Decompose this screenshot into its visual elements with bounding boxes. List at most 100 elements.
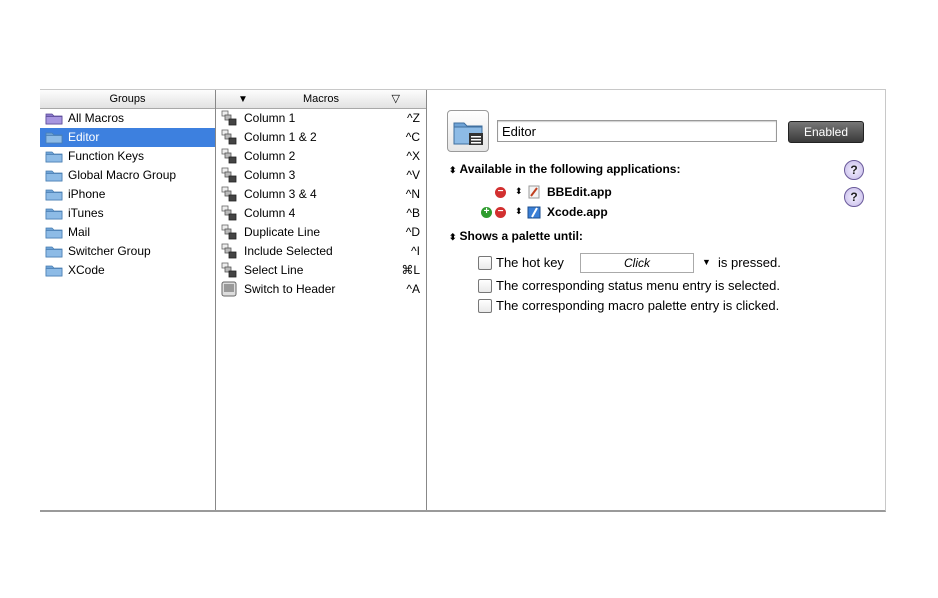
- folder-icon: [45, 170, 63, 182]
- available-apps-label: Available in the following applications:: [459, 162, 681, 176]
- groups-header-label: Groups: [109, 93, 146, 105]
- updown-arrows-icon: ⬍: [449, 232, 457, 242]
- macro-item[interactable]: Column 1 ^Z: [216, 109, 426, 128]
- macro-item[interactable]: Duplicate Line ^D: [216, 223, 426, 242]
- group-item-label: Global Macro Group: [68, 168, 177, 182]
- status-menu-label: The corresponding status menu entry is s…: [496, 278, 780, 293]
- all-macros-folder-icon: [45, 113, 63, 125]
- macro-item[interactable]: Column 2 ^X: [216, 147, 426, 166]
- group-item[interactable]: iTunes: [40, 204, 215, 223]
- macro-item[interactable]: Column 4 ^B: [216, 204, 426, 223]
- hot-key-field[interactable]: Click: [580, 253, 694, 273]
- macro-item-label: Duplicate Line: [244, 225, 321, 239]
- group-item[interactable]: Global Macro Group: [40, 166, 215, 185]
- group-item[interactable]: Function Keys: [40, 147, 215, 166]
- help-button-apps[interactable]: ?: [844, 160, 864, 180]
- group-item[interactable]: XCode: [40, 261, 215, 280]
- group-item[interactable]: iPhone: [40, 185, 215, 204]
- xcode-updown-icon[interactable]: ⬍: [515, 206, 523, 217]
- bbedit-app-icon: [528, 185, 540, 199]
- palette-heading-label: Shows a palette until:: [459, 229, 583, 243]
- bbedit-updown-icon[interactable]: ⬍: [515, 186, 523, 197]
- enabled-toggle-button[interactable]: Enabled: [788, 121, 864, 143]
- sort-toggle-icon[interactable]: ▽: [392, 90, 400, 109]
- macro-icon: [221, 110, 237, 126]
- palette-heading[interactable]: ⬍ Shows a palette until:: [449, 229, 583, 243]
- hot-key-label: The hot key: [496, 255, 564, 270]
- macro-hotkey: ^V: [406, 168, 420, 182]
- macro-item[interactable]: Select Line ⌘L: [216, 261, 426, 280]
- macro-hotkey: ^B: [406, 206, 420, 220]
- groups-list: All Macros Editor Function Keys Global Macr…: [40, 109, 215, 280]
- macro-hotkey: ^A: [406, 282, 420, 296]
- group-item[interactable]: Editor: [40, 128, 215, 147]
- folder-icon: [45, 227, 63, 239]
- group-name-input[interactable]: [497, 120, 777, 142]
- macro-item-label: Column 1 & 2: [244, 130, 317, 144]
- macro-item[interactable]: Switch to Header ^A: [216, 280, 426, 299]
- macros-header-label: Macros: [302, 93, 340, 105]
- sort-descending-icon[interactable]: ▼: [238, 90, 248, 109]
- macros-list: Column 1 ^Z Column 1 & 2 ^C Column 2 ^X Column…: [216, 109, 426, 299]
- group-item[interactable]: Switcher Group: [40, 242, 215, 261]
- macro-icon: [221, 205, 237, 221]
- group-item[interactable]: Mail: [40, 223, 215, 242]
- macro-icon: [221, 224, 237, 240]
- macro-item[interactable]: Column 3 ^V: [216, 166, 426, 185]
- group-detail-pane: Enabled ⬍Available in the following appl…: [427, 90, 885, 510]
- macro-item-label: Column 3 & 4: [244, 187, 317, 201]
- available-apps-heading[interactable]: ⬍ Available in the following applications…: [449, 162, 680, 176]
- folder-icon: [45, 189, 63, 201]
- folder-icon: [45, 265, 63, 277]
- macro-item-label: Switch to Header: [244, 282, 336, 296]
- group-item[interactable]: All Macros: [40, 109, 215, 128]
- groups-column: Groups All Macros Editor Function Keys Glob…: [40, 90, 216, 510]
- group-icon-well[interactable]: [447, 110, 489, 152]
- macro-hotkey: ^D: [405, 225, 420, 239]
- macro-icon: [221, 243, 237, 259]
- group-item-label: XCode: [68, 263, 105, 277]
- palette-entry-label: The corresponding macro palette entry is…: [496, 298, 780, 313]
- macro-item-label: Column 2: [244, 149, 296, 163]
- palette-macro-icon: [221, 281, 237, 297]
- macro-hotkey: ^C: [405, 130, 420, 144]
- macro-item[interactable]: Column 1 & 2 ^C: [216, 128, 426, 147]
- macro-icon: [221, 148, 237, 164]
- macro-item-label: Column 3: [244, 168, 296, 182]
- macro-item-label: Include Selected: [244, 244, 333, 258]
- add-app-button[interactable]: +: [481, 207, 492, 218]
- macro-item[interactable]: Include Selected ^I: [216, 242, 426, 261]
- xcode-app-icon: [527, 206, 541, 219]
- palette-entry-checkbox[interactable]: [478, 299, 492, 313]
- keyboard-maestro-window: Groups All Macros Editor Function Keys Glob…: [40, 89, 886, 512]
- group-item-label: Function Keys: [68, 149, 145, 163]
- group-item-label: iTunes: [68, 206, 104, 220]
- xcode-app-label: Xcode.app: [547, 205, 608, 219]
- macros-header[interactable]: ▼ Macros ▽: [216, 90, 426, 109]
- folder-icon: [45, 151, 63, 163]
- macro-item[interactable]: Column 3 & 4 ^N: [216, 185, 426, 204]
- hot-key-checkbox[interactable]: [478, 256, 492, 270]
- group-item-label: Mail: [68, 225, 91, 239]
- hot-key-dropdown-icon[interactable]: ▼: [702, 257, 711, 267]
- macro-item-label: Column 4: [244, 206, 296, 220]
- help-button-palette[interactable]: ?: [844, 187, 864, 207]
- macro-item-label: Column 1: [244, 111, 296, 125]
- updown-arrows-icon: ⬍: [449, 165, 457, 175]
- folder-icon: [45, 208, 63, 220]
- groups-header[interactable]: Groups: [40, 90, 215, 109]
- macro-hotkey: ^Z: [407, 111, 420, 125]
- remove-xcode-button[interactable]: −: [495, 207, 506, 218]
- remove-bbedit-button[interactable]: −: [495, 187, 506, 198]
- macro-item-label: Select Line: [244, 263, 304, 277]
- macro-icon: [221, 129, 237, 145]
- group-item-label: All Macros: [68, 111, 125, 125]
- macro-hotkey: ^I: [411, 244, 420, 258]
- macro-hotkey: ⌘L: [401, 263, 420, 277]
- group-item-label: Editor: [68, 130, 100, 144]
- folder-palette-icon: [453, 122, 483, 145]
- status-menu-checkbox[interactable]: [478, 279, 492, 293]
- macro-hotkey: ^N: [405, 187, 420, 201]
- macro-icon: [221, 186, 237, 202]
- hot-key-suffix-label: is pressed.: [718, 255, 781, 270]
